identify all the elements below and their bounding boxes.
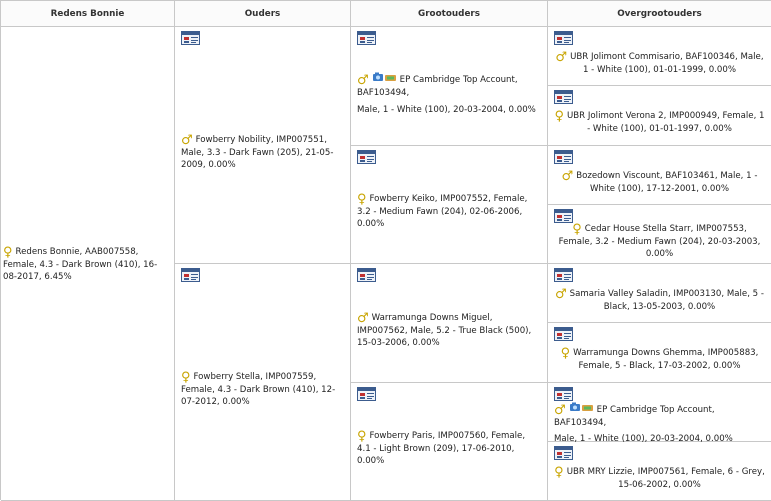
parent-text: Fowberry Stella, IMP007559, Female, 4.3 … xyxy=(181,372,335,407)
great-grandparent-info: ♂Samaria Valley Saladin, IMP003130, Male… xyxy=(554,288,765,313)
header-great-grandparents: Overgrootouders xyxy=(548,1,771,27)
camera-icon xyxy=(372,71,398,83)
header-label: Redens Bonnie xyxy=(51,9,125,19)
subject-entry[interactable]: ♀Redens Bonnie, AAB007558, Female, 4.3 -… xyxy=(3,31,168,497)
great-grandparent-info: ♂Bozedown Viscount, BAF103461, Male, 1 -… xyxy=(554,170,765,195)
great-grandparent-cell-6: ♀Warramunga Downs Ghemma, IMP005883, Fem… xyxy=(548,323,771,382)
pedigree-card-icon[interactable] xyxy=(357,150,376,164)
great-grandparent-cell-1: ♂UBR Jolimont Commisario, BAF100346, Mal… xyxy=(548,27,771,86)
grandparent-entry[interactable]: ♂EP Cambridge Top Account, BAF103494, Ma… xyxy=(357,45,541,142)
great-grandparent-text: Bozedown Viscount, BAF103461, Male, 1 - … xyxy=(576,171,757,194)
grandparent-info: ♂Warramunga Downs Miguel, IMP007562, Mal… xyxy=(357,312,541,349)
pedigree-card-icon[interactable] xyxy=(554,150,573,164)
male-icon: ♂ xyxy=(357,311,369,326)
parent-entry[interactable]: ♂Fowberry Nobility, IMP007551, Male, 3.3… xyxy=(181,45,344,260)
male-icon: ♂ xyxy=(562,169,574,184)
header-subject: Redens Bonnie xyxy=(1,1,175,27)
grandparent-text: Warramunga Downs Miguel, IMP007562, Male… xyxy=(357,313,531,348)
parent-cell-dam: ♀Fowberry Stella, IMP007559, Female, 4.3… xyxy=(175,264,351,501)
grandparent-info: ♀Fowberry Paris, IMP007560, Female, 4.1 … xyxy=(357,430,541,467)
parent-cell-sire: ♂Fowberry Nobility, IMP007551, Male, 3.3… xyxy=(175,27,351,264)
grandparent-entry[interactable]: ♀Fowberry Keiko, IMP007552, Female, 3.2 … xyxy=(357,164,541,261)
female-icon: ♀ xyxy=(554,109,564,124)
great-grandparent-entry[interactable]: ♀UBR Jolimont Verona 2, IMP000949, Femal… xyxy=(554,104,765,141)
great-grandparent-cell-8: ♀UBR MRY Lizzie, IMP007561, Female, 6 - … xyxy=(548,442,771,501)
great-grandparent-entry[interactable]: ♂UBR Jolimont Commisario, BAF100346, Mal… xyxy=(554,45,765,82)
header-label: Grootouders xyxy=(418,9,480,19)
great-grandparent-text: UBR MRY Lizzie, IMP007561, Female, 6 - G… xyxy=(567,467,765,490)
pedigree-card-icon[interactable] xyxy=(181,268,200,282)
great-grandparent-cell-4: ♀Cedar House Stella Starr, IMP007553, Fe… xyxy=(548,205,771,264)
male-icon: ♂ xyxy=(555,50,567,65)
grandparent-entry[interactable]: ♂Warramunga Downs Miguel, IMP007562, Mal… xyxy=(357,282,541,379)
parent-entry[interactable]: ♀Fowberry Stella, IMP007559, Female, 4.3… xyxy=(181,282,344,497)
grandparent-cell-1: ♂EP Cambridge Top Account, BAF103494, Ma… xyxy=(351,27,548,146)
grandparent-cell-2: ♀Fowberry Keiko, IMP007552, Female, 3.2 … xyxy=(351,146,548,265)
header-label: Ouders xyxy=(245,9,281,19)
pedigree-card-icon[interactable] xyxy=(554,327,573,341)
grandparent-text: Fowberry Paris, IMP007560, Female, 4.1 -… xyxy=(357,431,525,466)
pedigree-card-icon[interactable] xyxy=(554,268,573,282)
great-grandparent-info: ♀Warramunga Downs Ghemma, IMP005883, Fem… xyxy=(554,347,765,372)
great-grandparent-entry[interactable]: ♂Bozedown Viscount, BAF103461, Male, 1 -… xyxy=(554,164,765,201)
great-grandparent-cell-7: ♂EP Cambridge Top Account, BAF103494, Ma… xyxy=(548,383,771,442)
male-icon: ♂ xyxy=(181,133,193,148)
great-grandparent-info: ♀UBR MRY Lizzie, IMP007561, Female, 6 - … xyxy=(554,466,765,491)
female-icon: ♀ xyxy=(561,346,571,361)
grandparent-info: ♀Fowberry Keiko, IMP007552, Female, 3.2 … xyxy=(357,193,541,230)
male-icon: ♂ xyxy=(554,403,566,418)
camera-icon xyxy=(569,401,595,413)
female-icon: ♀ xyxy=(357,429,367,444)
pedigree-table: Redens Bonnie Ouders Grootouders Overgro… xyxy=(0,0,771,500)
great-grandparent-info: ♀Cedar House Stella Starr, IMP007553, Fe… xyxy=(554,223,765,260)
great-grandparent-cell-5: ♂Samaria Valley Saladin, IMP003130, Male… xyxy=(548,264,771,323)
pedigree-card-icon[interactable] xyxy=(554,209,573,223)
grandparent-info: ♂EP Cambridge Top Account, BAF103494, Ma… xyxy=(357,71,541,116)
great-grandparent-text: Warramunga Downs Ghemma, IMP005883, Fema… xyxy=(573,348,758,371)
female-icon: ♀ xyxy=(3,245,13,260)
great-grandparent-entry[interactable]: ♂Samaria Valley Saladin, IMP003130, Male… xyxy=(554,282,765,319)
header-label: Overgrootouders xyxy=(617,9,702,19)
great-grandparent-entry[interactable]: ♀UBR MRY Lizzie, IMP007561, Female, 6 - … xyxy=(554,460,765,497)
female-icon: ♀ xyxy=(554,465,564,480)
great-grandparent-info: ♂UBR Jolimont Commisario, BAF100346, Mal… xyxy=(554,51,765,76)
pedigree-card-icon[interactable] xyxy=(357,31,376,45)
great-grandparent-entry[interactable]: ♀Warramunga Downs Ghemma, IMP005883, Fem… xyxy=(554,341,765,378)
pedigree-card-icon[interactable] xyxy=(181,31,200,45)
header-grandparents: Grootouders xyxy=(351,1,548,27)
great-grandparent-info: ♀UBR Jolimont Verona 2, IMP000949, Femal… xyxy=(554,110,765,135)
parent-info: ♀Fowberry Stella, IMP007559, Female, 4.3… xyxy=(181,371,344,408)
female-icon: ♀ xyxy=(572,222,582,237)
grandparent-cell-4: ♀Fowberry Paris, IMP007560, Female, 4.1 … xyxy=(351,383,548,501)
subject-cell: ♀Redens Bonnie, AAB007558, Female, 4.3 -… xyxy=(1,27,175,501)
subject-text: Redens Bonnie, AAB007558, Female, 4.3 - … xyxy=(3,247,157,282)
great-grandparent-entry[interactable]: ♂EP Cambridge Top Account, BAF103494, Ma… xyxy=(554,401,765,445)
pedigree-card-icon[interactable] xyxy=(554,446,573,460)
great-grandparent-entry[interactable]: ♀Cedar House Stella Starr, IMP007553, Fe… xyxy=(554,223,765,260)
pedigree-card-icon[interactable] xyxy=(554,387,573,401)
parent-info: ♂Fowberry Nobility, IMP007551, Male, 3.3… xyxy=(181,134,344,171)
parent-text: Fowberry Nobility, IMP007551, Male, 3.3 … xyxy=(181,135,333,170)
female-icon: ♀ xyxy=(181,370,191,385)
great-grandparent-text: Cedar House Stella Starr, IMP007553, Fem… xyxy=(559,224,761,259)
grandparent-entry[interactable]: ♀Fowberry Paris, IMP007560, Female, 4.1 … xyxy=(357,401,541,498)
great-grandparent-cell-2: ♀UBR Jolimont Verona 2, IMP000949, Femal… xyxy=(548,86,771,145)
subject-info: ♀Redens Bonnie, AAB007558, Female, 4.3 -… xyxy=(3,246,168,283)
great-grandparent-text: UBR Jolimont Verona 2, IMP000949, Female… xyxy=(567,111,765,134)
male-icon: ♂ xyxy=(555,287,567,302)
grandparent-text: Fowberry Keiko, IMP007552, Female, 3.2 -… xyxy=(357,194,527,229)
great-grandparent-info: ♂EP Cambridge Top Account, BAF103494, Ma… xyxy=(554,401,765,445)
great-grandparent-cell-3: ♂Bozedown Viscount, BAF103461, Male, 1 -… xyxy=(548,146,771,205)
header-parents: Ouders xyxy=(175,1,351,27)
grandparent-cell-3: ♂Warramunga Downs Miguel, IMP007562, Mal… xyxy=(351,264,548,383)
great-grandparent-text: UBR Jolimont Commisario, BAF100346, Male… xyxy=(570,52,763,75)
pedigree-card-icon[interactable] xyxy=(357,387,376,401)
great-grandparent-text: Samaria Valley Saladin, IMP003130, Male,… xyxy=(570,289,764,312)
pedigree-card-icon[interactable] xyxy=(357,268,376,282)
female-icon: ♀ xyxy=(357,192,367,207)
pedigree-card-icon[interactable] xyxy=(554,90,573,104)
grandparent-text: Male, 1 - White (100), 20-03-2004, 0.00% xyxy=(357,104,541,116)
pedigree-card-icon[interactable] xyxy=(554,31,573,45)
male-icon: ♂ xyxy=(357,73,369,88)
